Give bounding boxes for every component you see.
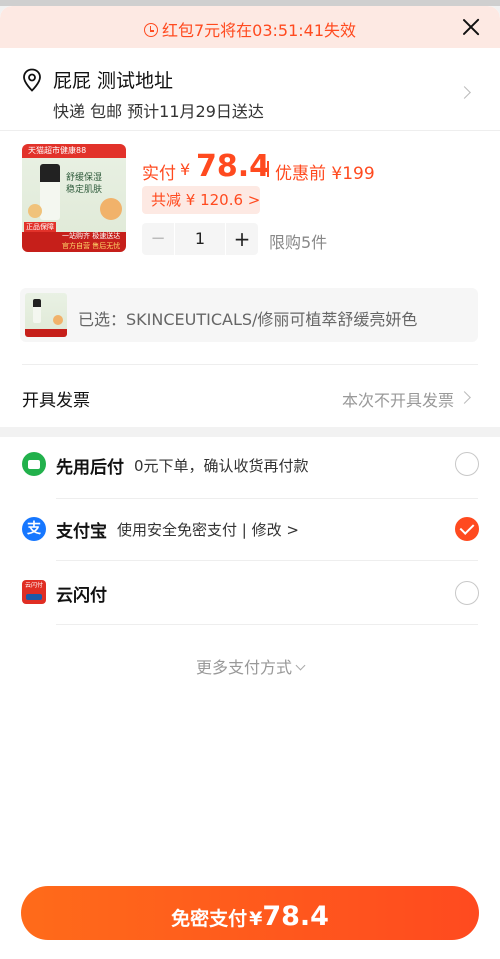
quantity-value[interactable]: 1 — [174, 223, 226, 255]
currency-symbol: ¥ — [180, 160, 191, 179]
purchase-limit: 限购5件 — [269, 233, 328, 252]
separator — [267, 161, 269, 177]
radio-unselected[interactable] — [455, 581, 479, 605]
countdown-text: 红包7元将在03:51:41失效 — [161, 21, 357, 40]
increase-button[interactable]: + — [226, 223, 258, 255]
thumb-badge: 正品保障 — [24, 222, 56, 232]
selected-sku[interactable]: 已选：SKINCEUTICALS/修丽可植萃舒缓亮妍色 — [20, 288, 478, 342]
invoice-label: 开具发票 — [22, 391, 90, 411]
clock-icon — [143, 23, 158, 37]
chevron-right-icon — [458, 86, 471, 99]
more-payment-label: 更多支付方式 — [195, 658, 292, 677]
chevron-down-icon — [295, 660, 306, 671]
payment-name: 云闪付 — [56, 586, 107, 606]
radio-unselected[interactable] — [455, 452, 479, 476]
sku-thumbnail — [25, 293, 67, 337]
pay-later-icon — [22, 452, 46, 476]
checkout-sheet: 红包7元将在03:51:41失效 屁屁 测试地址 快递 包邮 预计11月29日送… — [0, 6, 500, 959]
pay-label: 实付 — [142, 164, 176, 184]
fruit-graphic — [100, 198, 122, 220]
quantity-stepper: − 1 + — [142, 223, 258, 255]
pay-amount: 78.4 — [196, 149, 271, 184]
chevron-right-icon — [458, 391, 471, 404]
thumb-top-bar: 天猫超市健康88 — [22, 144, 126, 158]
invoice-value: 本次不开具发票 — [341, 391, 454, 410]
decrease-button[interactable]: − — [142, 223, 174, 255]
payment-name: 先用后付 — [56, 458, 124, 478]
more-payment-methods[interactable]: 更多支付方式 — [0, 654, 500, 678]
pay-button[interactable]: 免密支付 ¥78.4 — [21, 886, 479, 940]
sku-text: 已选：SKINCEUTICALS/修丽可植萃舒缓亮妍色 — [78, 310, 418, 329]
pay-button-label: 免密支付 — [171, 908, 248, 930]
location-pin-icon — [23, 68, 41, 92]
divider — [0, 130, 500, 131]
payment-method-unionpay[interactable]: 云闪付 云闪付 — [0, 560, 500, 624]
divider — [56, 624, 478, 625]
pay-button-currency: ¥ — [249, 908, 263, 930]
thumb-caption: 舒缓保湿 稳定肌肤 — [66, 173, 103, 195]
payment-name: 支付宝 — [56, 522, 107, 542]
radio-selected[interactable] — [455, 517, 479, 541]
thumb-bottom-text: 官方自营 售后无忧 — [62, 242, 121, 250]
thumb-bottom-text: 一站购齐 极速送达 — [62, 232, 121, 240]
pay-button-amount: 78.4 — [262, 901, 329, 932]
product-image[interactable]: 天猫超市健康88 舒缓保湿 稳定肌肤 正品保障 一站购齐 极速送达 官方自营 售后… — [22, 144, 126, 252]
payment-method-alipay[interactable]: 支 支付宝 使用安全免密支付 | 修改 > — [0, 496, 500, 560]
discount-tag[interactable]: 共减 ¥ 120.6 > — [142, 186, 260, 214]
alipay-icon: 支 — [22, 517, 46, 541]
close-button[interactable] — [458, 14, 484, 40]
payment-desc: 0元下单，确认收货再付款 — [134, 457, 309, 475]
red-packet-banner: 红包7元将在03:51:41失效 — [0, 6, 500, 48]
address-section[interactable]: 屁屁 测试地址 快递 包邮 预计11月29日送达 — [0, 54, 500, 130]
unionpay-icon: 云闪付 — [22, 580, 46, 604]
bottle-graphic — [40, 164, 60, 220]
banner-text: 红包7元将在03:51:41失效 — [0, 17, 500, 41]
address-name: 屁屁 测试地址 — [53, 70, 174, 92]
divider — [22, 364, 478, 365]
fruit-graphic — [28, 204, 42, 218]
payment-method-pay-later[interactable]: 先用后付 0元下单，确认收货再付款 — [0, 432, 500, 496]
delivery-info: 快递 包邮 预计11月29日送达 — [53, 102, 264, 121]
payment-desc[interactable]: 使用安全免密支付 | 修改 > — [117, 519, 299, 540]
original-price: 优惠前 ¥199 — [275, 164, 375, 184]
